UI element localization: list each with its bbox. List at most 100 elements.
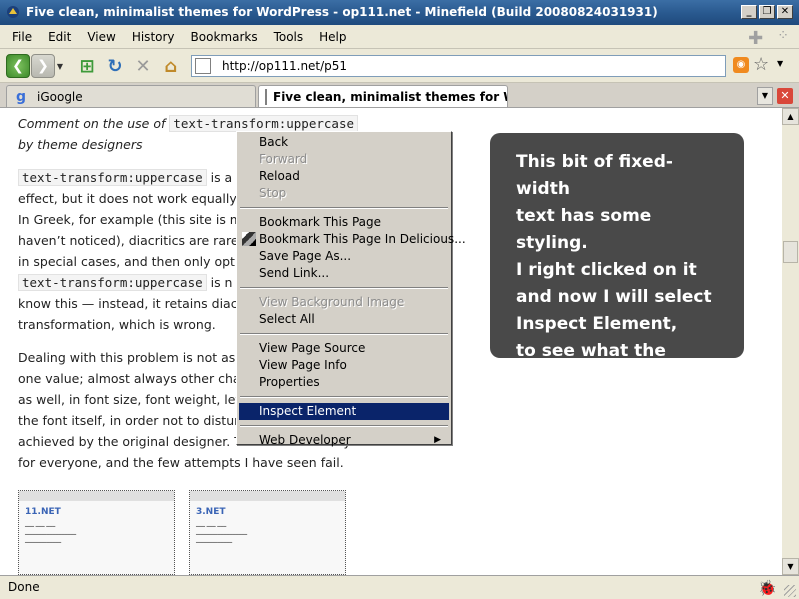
context-menu-inspect-element[interactable]: Inspect Element <box>239 403 449 420</box>
scroll-up-button[interactable]: ▲ <box>782 108 799 125</box>
annotation-bubble: This bit of fixed-width text has some st… <box>490 133 744 388</box>
context-menu-send-link[interactable]: Send Link... <box>239 265 449 282</box>
bookmark-star-icon[interactable]: ☆ <box>753 54 769 75</box>
text-line: is n <box>206 275 233 290</box>
reload-button[interactable]: ↻ <box>103 54 127 78</box>
text-line: in special cases, and then only optior <box>18 254 252 269</box>
context-menu-save-page-as[interactable]: Save Page As... <box>239 248 449 265</box>
window-controls: _ ❐ ✕ <box>741 5 793 19</box>
tab-bar: g iGoogle Five clean, minimalist themes … <box>0 83 799 108</box>
home-icon: ⌂ <box>164 55 178 77</box>
comment-text: Comment on the use of <box>18 116 170 131</box>
menu-item-label: Bookmark This Page In Delicious... <box>259 232 466 246</box>
text-line: transformation, which is wrong. <box>18 317 216 332</box>
annotation-line: text has some styling. <box>516 206 652 253</box>
add-bookmark-icon: ⊞ <box>79 55 95 77</box>
context-menu: Back Forward Reload Stop Bookmark This P… <box>236 131 466 447</box>
thumbnail-logo: 3.NET <box>196 507 226 517</box>
url-bar[interactable]: http://op111.net/p51 <box>191 55 726 77</box>
context-menu-select-all[interactable]: Select All <box>239 311 449 328</box>
context-menu-view-page-info[interactable]: View Page Info <box>239 357 449 374</box>
menu-edit[interactable]: Edit <box>42 30 77 44</box>
annotation-line: styling is. <box>516 368 610 388</box>
context-menu-view-page-source[interactable]: View Page Source <box>239 340 449 357</box>
reload-icon: ↻ <box>107 55 123 77</box>
text-line: for everyone, and the few attempts I hav… <box>18 455 344 470</box>
thumbnail-header <box>19 491 174 501</box>
url-dropdown-button[interactable]: ▼ <box>777 59 783 68</box>
thumbnail-lines: ━━━ ━━━ ━━━ ━━━━━━━━━━━━━━━━━ ━━━━━━━━━━━━ <box>25 524 77 546</box>
comment-code: text-transform:uppercase <box>169 115 358 132</box>
text-line: haven’t noticed), diacritics are rarely <box>18 233 250 248</box>
resize-grip[interactable] <box>784 585 796 597</box>
text-line: as well, in font size, font weight, lett <box>18 392 246 407</box>
annotation-line: I right clicked on it <box>516 260 697 280</box>
add-toolbar-icon[interactable]: ✚ <box>748 28 763 49</box>
status-text: Done <box>8 580 40 594</box>
minefield-app-icon <box>7 6 19 18</box>
context-menu-forward: Forward <box>259 152 308 166</box>
context-menu-bookmark-page[interactable]: Bookmark This Page <box>239 214 449 231</box>
menu-history[interactable]: History <box>126 30 181 44</box>
menu-separator <box>240 396 448 398</box>
status-bar: Done 🐞 <box>0 575 799 599</box>
close-window-button[interactable]: ✕ <box>777 5 793 19</box>
back-arrow-icon: ❮ <box>12 58 24 74</box>
menu-separator <box>240 287 448 289</box>
stop-button[interactable]: ✕ <box>131 54 155 78</box>
menu-view[interactable]: View <box>81 30 121 44</box>
title-bar: Five clean, minimalist themes for WordPr… <box>0 0 799 25</box>
close-tab-button[interactable]: ✕ <box>777 88 793 104</box>
context-menu-back[interactable]: Back <box>239 134 449 151</box>
url-input[interactable]: http://op111.net/p51 <box>222 59 347 73</box>
theme-thumbnail-2[interactable]: 3.NET ━━━ ━━━ ━━━ ━━━━━━━━━━━━━━━━━ ━━━━━━… <box>189 490 346 575</box>
code-snippet-2: text-transform:uppercase <box>18 274 207 291</box>
home-button[interactable]: ⌂ <box>159 54 183 78</box>
menu-item-label: Web Developer <box>259 433 351 447</box>
navigation-toolbar: ❮ ❯ ▼ ⊞ ↻ ✕ ⌂ http://op111.net/p51 ◉ ☆ ▼ <box>0 49 799 83</box>
theme-thumbnail-1[interactable]: 11.NET ━━━ ━━━ ━━━ ━━━━━━━━━━━━━━━━━ ━━━━━… <box>18 490 175 575</box>
forward-button[interactable]: ❯ <box>31 54 55 78</box>
menu-bar: File Edit View History Bookmarks Tools H… <box>0 25 799 49</box>
annotation-line: to see what the <box>516 341 666 361</box>
context-menu-properties[interactable]: Properties <box>239 374 449 391</box>
scroll-thumb[interactable] <box>783 241 798 263</box>
text-line: one value; almost always other chan <box>18 371 249 386</box>
menu-tools[interactable]: Tools <box>268 30 310 44</box>
context-menu-web-developer[interactable]: Web Developer ▶ <box>239 432 449 449</box>
add-bookmark-button[interactable]: ⊞ <box>75 54 99 78</box>
forward-arrow-icon: ❯ <box>37 58 49 74</box>
firebug-icon[interactable]: 🐞 <box>758 579 777 597</box>
context-menu-view-background-image: View Background Image <box>259 295 405 309</box>
context-menu-stop: Stop <box>259 186 287 200</box>
site-identity-icon[interactable] <box>195 58 211 74</box>
rss-feed-icon[interactable]: ◉ <box>733 57 749 73</box>
scroll-down-button[interactable]: ▼ <box>782 558 799 575</box>
tab-list-button[interactable]: ▼ <box>757 87 773 105</box>
menu-help[interactable]: Help <box>313 30 352 44</box>
text-line: In Greek, for example (this site is mo <box>18 212 250 227</box>
menubar-corner-icons: ✚ ⁘ <box>748 28 789 49</box>
minimize-button[interactable]: _ <box>741 5 757 19</box>
context-menu-reload[interactable]: Reload <box>239 168 449 185</box>
menu-file[interactable]: File <box>6 30 38 44</box>
menu-bookmarks[interactable]: Bookmarks <box>185 30 264 44</box>
page-favicon-icon <box>265 88 267 105</box>
restore-button[interactable]: ❐ <box>759 5 775 19</box>
vertical-scrollbar[interactable]: ▲ ▼ <box>782 108 799 575</box>
stop-icon: ✕ <box>135 55 151 77</box>
menu-separator <box>240 425 448 427</box>
thumbnail-logo: 11.NET <box>25 507 61 517</box>
history-dropdown-button[interactable]: ▼ <box>55 54 65 78</box>
menu-separator <box>240 207 448 209</box>
back-button[interactable]: ❮ <box>6 54 30 78</box>
code-snippet[interactable]: text-transform:uppercase <box>18 169 207 186</box>
text-line: know this — instead, it retains diacri <box>18 296 247 311</box>
context-menu-bookmark-delicious[interactable]: Bookmark This Page In Delicious... <box>239 231 466 248</box>
tab-igoogle[interactable]: g iGoogle <box>6 85 256 107</box>
text-line: is a <box>206 170 233 185</box>
tab-five-clean-themes[interactable]: Five clean, minimalist themes for Wo... <box>258 85 508 107</box>
annotation-line: This bit of fixed-width <box>516 152 673 199</box>
annotation-line: Inspect Element, <box>516 314 678 334</box>
text-line: the font itself, in order not to disturb <box>18 413 248 428</box>
